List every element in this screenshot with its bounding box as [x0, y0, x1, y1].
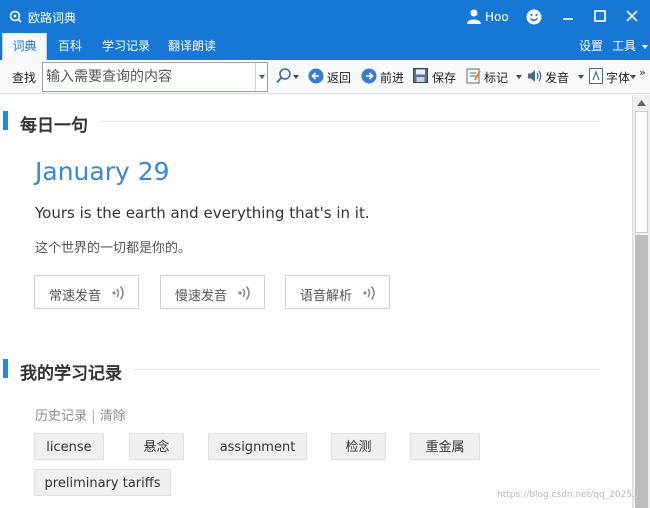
save-label: 保存	[432, 71, 457, 85]
forward-label: 前进	[380, 71, 405, 85]
app-logo-icon	[9, 10, 22, 23]
search-history-dropdown[interactable]	[255, 63, 267, 91]
search-icon[interactable]	[276, 68, 291, 84]
scrollbar-track[interactable]	[635, 235, 648, 508]
tab-study-records[interactable]: 学习记录	[100, 33, 152, 60]
forward-arrow-icon	[361, 68, 377, 84]
search-input[interactable]	[43, 63, 257, 91]
font-dropdown-icon[interactable]	[630, 75, 636, 79]
main-content: 每日一句 January 29 Yours is the earth and e…	[0, 95, 632, 508]
daily-date: January 29	[35, 157, 170, 186]
link-separator: |	[91, 409, 96, 424]
tab-dictionary[interactable]: 词典	[2, 33, 47, 60]
speech-analysis-label: 语音解析	[300, 289, 353, 304]
font-button[interactable]: 字体	[589, 68, 633, 86]
font-label: 字体	[606, 71, 631, 85]
smile-icon[interactable]	[526, 9, 542, 25]
history-word-chip[interactable]: assignment	[208, 433, 307, 460]
vertical-scrollbar[interactable]	[632, 95, 650, 508]
settings-menu[interactable]: 设置	[579, 33, 603, 60]
history-word-chip[interactable]: 重金属	[410, 433, 480, 460]
history-word-chip[interactable]: 检测	[331, 433, 386, 460]
normal-speed-label: 常速发音	[49, 289, 102, 304]
sound-wave-icon	[363, 286, 375, 300]
close-icon[interactable]	[625, 9, 639, 23]
forward-button[interactable]: 前进	[361, 68, 405, 86]
title-bar: 欧路词典 Hoo	[0, 0, 650, 33]
toolbar: 查找 返回 前进 保存	[0, 60, 650, 94]
section-divider	[134, 369, 600, 370]
save-button[interactable]: 保存	[413, 68, 457, 86]
toolbar-overflow-chevron[interactable]: »	[639, 66, 646, 79]
user-icon[interactable]	[467, 9, 481, 24]
history-word-chip[interactable]: license	[34, 433, 104, 460]
tools-menu[interactable]: 工具	[612, 33, 648, 60]
scrollbar-thumb[interactable]	[635, 111, 648, 233]
user-name[interactable]: Hoo	[485, 10, 509, 24]
speech-analysis-button[interactable]: 语音解析	[285, 275, 390, 309]
minimize-icon[interactable]	[561, 9, 575, 23]
back-label: 返回	[327, 71, 352, 85]
slow-speed-audio-button[interactable]: 慢速发音	[160, 275, 265, 309]
daily-sentence-chinese: 这个世界的一切都是你的。	[35, 241, 192, 256]
search-box	[42, 62, 268, 92]
pronounce-button[interactable]: 发音	[527, 68, 573, 86]
history-links: 历史记录 | 清除	[35, 405, 126, 424]
maximize-icon[interactable]	[593, 9, 607, 23]
daily-section-title: 每日一句	[20, 116, 88, 136]
mark-dropdown-icon[interactable]	[516, 75, 522, 79]
pronounce-dropdown-icon[interactable]	[578, 75, 584, 79]
section-accent-bar	[3, 111, 8, 130]
sound-wave-icon	[238, 286, 250, 300]
font-document-icon	[589, 68, 603, 84]
back-button[interactable]: 返回	[308, 68, 352, 86]
slow-speed-label: 慢速发音	[175, 289, 228, 304]
save-disk-icon	[413, 68, 428, 83]
pronounce-label: 发音	[545, 71, 570, 85]
back-arrow-icon	[308, 68, 324, 84]
sound-wave-icon	[112, 286, 124, 300]
tools-menu-label: 工具	[612, 39, 637, 53]
chevron-down-icon	[641, 44, 648, 49]
mark-notebook-icon	[466, 68, 481, 84]
tab-translate-read[interactable]: 翻译朗读	[166, 33, 218, 60]
daily-sentence-english: Yours is the earth and everything that's…	[35, 204, 370, 222]
mark-label: 标记	[484, 71, 509, 85]
records-section-title: 我的学习记录	[20, 364, 122, 384]
section-divider	[100, 121, 600, 122]
section-accent-bar	[3, 359, 8, 378]
clear-history-link[interactable]: 清除	[100, 409, 126, 424]
app-title: 欧路词典	[28, 11, 77, 25]
speaker-icon	[528, 70, 542, 82]
main-tab-bar: 词典 百科 学习记录 翻译朗读 设置 工具	[0, 33, 650, 60]
tab-encyclopedia[interactable]: 百科	[53, 33, 87, 60]
scroll-up-button[interactable]	[633, 95, 650, 111]
search-label: 查找	[12, 71, 37, 85]
watermark-text: https://blog.csdn.net/qq_2025...	[497, 490, 641, 500]
history-word-chip[interactable]: 悬念	[129, 433, 184, 460]
search-options-chevron-icon[interactable]	[293, 75, 299, 79]
chevron-down-icon	[259, 75, 265, 79]
normal-speed-audio-button[interactable]: 常速发音	[34, 275, 139, 309]
chevron-up-icon	[637, 100, 646, 106]
history-word-chip[interactable]: preliminary tariffs	[34, 469, 171, 496]
history-link[interactable]: 历史记录	[35, 409, 87, 424]
mark-button[interactable]: 标记	[466, 68, 510, 86]
